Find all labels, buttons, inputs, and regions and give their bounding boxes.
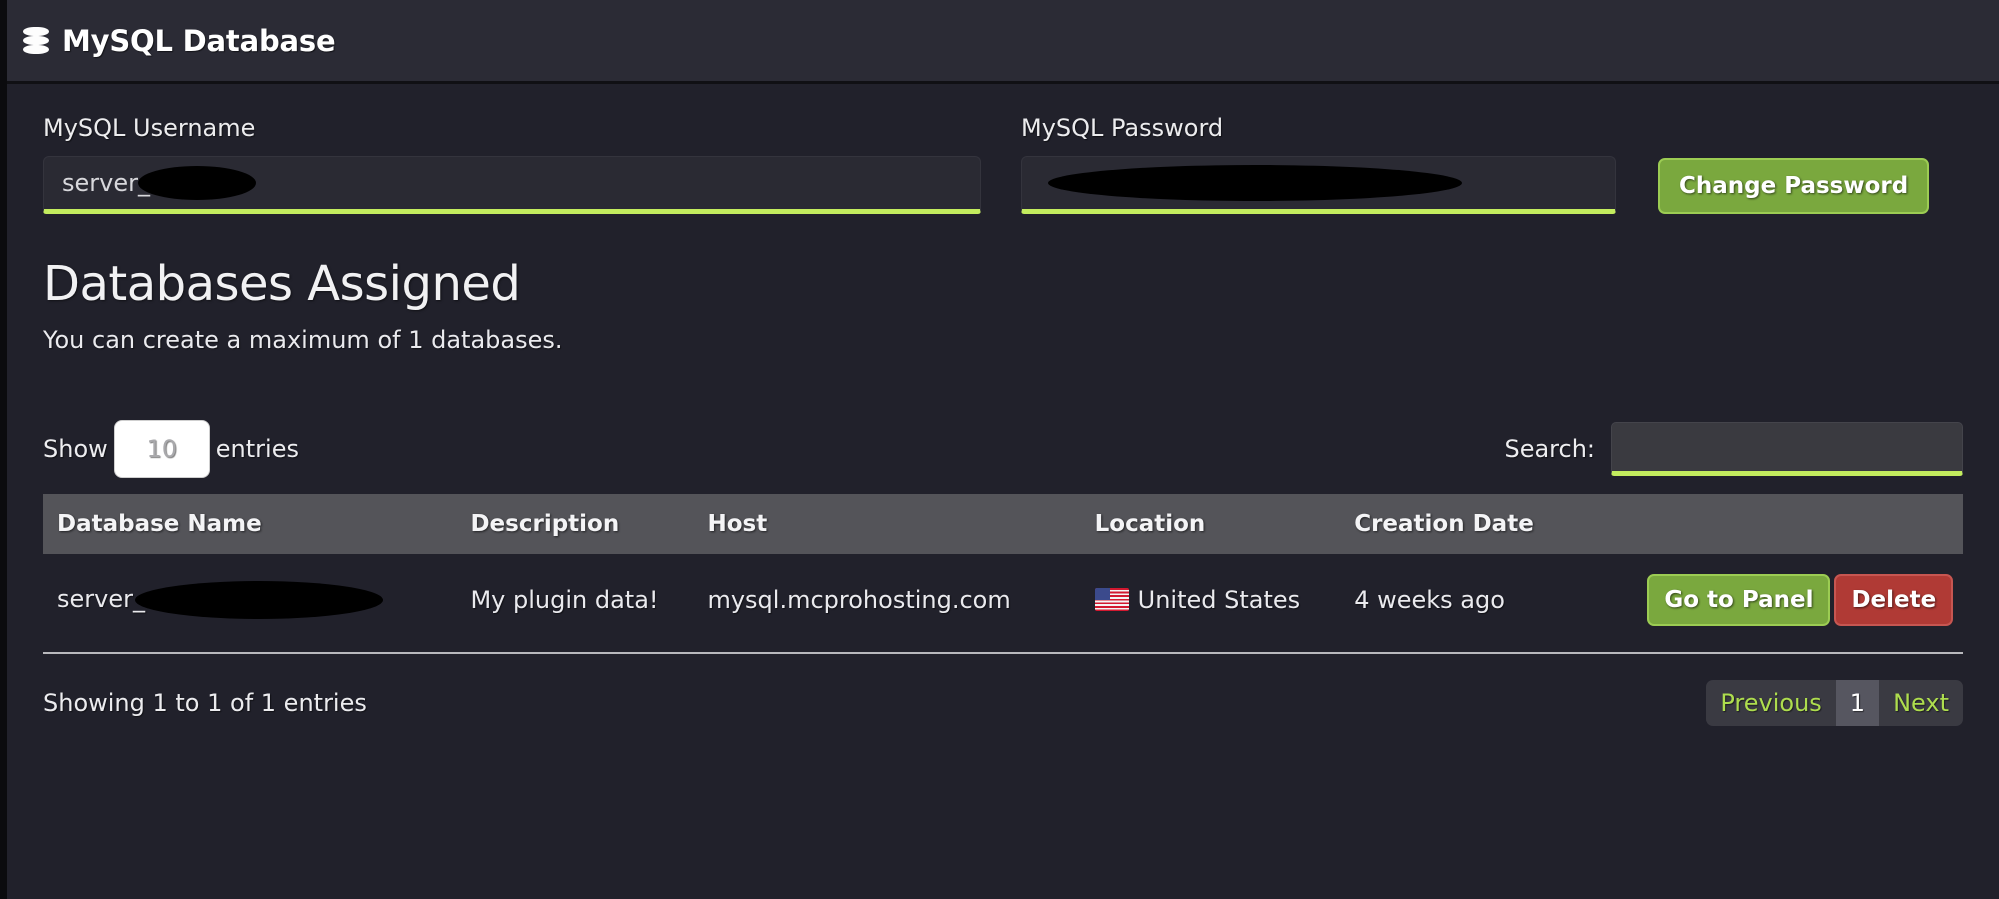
table-row: server_ My plugin data! mysql.mcprohosti…: [43, 554, 1963, 646]
database-icon: [23, 26, 49, 56]
table-divider: [43, 652, 1963, 654]
section-subtitle: You can create a maximum of 1 databases.: [43, 326, 563, 354]
page-length-control: Show 10 entries: [43, 420, 299, 478]
database-name-redaction: [134, 581, 383, 619]
entries-label: entries: [215, 435, 299, 463]
mysql-username-input[interactable]: server_: [43, 156, 981, 214]
delete-button[interactable]: Delete: [1834, 574, 1954, 626]
search-input[interactable]: [1612, 423, 1962, 471]
cell-location: United States: [1081, 554, 1341, 646]
password-field-group: MySQL Password: [1021, 114, 1616, 214]
table-toolbar: Show 10 entries Search:: [43, 420, 1963, 478]
page-title: MySQL Database: [62, 23, 336, 58]
column-header-database-name[interactable]: Database Name: [43, 494, 457, 554]
username-redaction: [137, 166, 256, 200]
databases-table: Database Name Description Host Location …: [43, 494, 1963, 646]
search-control: Search:: [1504, 422, 1963, 476]
page-content: MySQL Username server_ MySQL Password Ch…: [7, 84, 1999, 726]
pagination-next[interactable]: Next: [1879, 680, 1963, 726]
password-redaction: [1048, 165, 1462, 201]
database-name-value: server_: [57, 585, 145, 613]
column-header-location[interactable]: Location: [1080, 494, 1341, 554]
search-box[interactable]: [1611, 422, 1963, 476]
cell-host: mysql.mcprohosting.com: [707, 586, 1011, 614]
password-label: MySQL Password: [1021, 114, 1224, 142]
location-value: United States: [1137, 586, 1301, 614]
username-value: server_: [62, 169, 150, 197]
table-body: server_ My plugin data! mysql.mcprohosti…: [43, 554, 1963, 646]
app-header: MySQL Database: [7, 0, 1999, 84]
pagination-page-1[interactable]: 1: [1835, 680, 1880, 726]
cell-database-name: server_: [43, 554, 456, 646]
page-length-select[interactable]: 10: [113, 420, 210, 478]
table-header: Database Name Description Host Location …: [43, 494, 1963, 554]
table-info: Showing 1 to 1 of 1 entries: [43, 689, 367, 717]
column-header-description[interactable]: Description: [456, 494, 694, 554]
table-header-row: Database Name Description Host Location …: [43, 494, 1963, 554]
show-label: Show: [43, 435, 108, 463]
table-footer: Showing 1 to 1 of 1 entries Previous 1 N…: [43, 680, 1963, 726]
mysql-password-input[interactable]: [1021, 156, 1616, 214]
us-flag-icon: [1094, 588, 1129, 611]
go-to-panel-button[interactable]: Go to Panel: [1647, 574, 1831, 626]
pagination: Previous 1 Next: [1706, 680, 1963, 726]
search-label: Search:: [1504, 435, 1595, 463]
credentials-row: MySQL Username server_ MySQL Password Ch…: [43, 114, 1963, 214]
app-header-inner: MySQL Database: [23, 23, 336, 58]
cell-actions: Go to Panel Delete: [1633, 554, 1963, 646]
pagination-previous[interactable]: Previous: [1706, 680, 1835, 726]
column-header-actions: [1633, 494, 1963, 554]
cell-description: My plugin data!: [470, 586, 659, 614]
column-header-creation-date[interactable]: Creation Date: [1340, 494, 1634, 554]
change-password-button[interactable]: Change Password: [1658, 158, 1930, 214]
section-title: Databases Assigned: [43, 256, 521, 312]
row-action-buttons: Go to Panel Delete: [1647, 574, 1963, 626]
username-label: MySQL Username: [43, 114, 256, 142]
cell-creation-date: 4 weeks ago: [1354, 586, 1505, 614]
column-header-host[interactable]: Host: [693, 494, 1081, 554]
username-field-group: MySQL Username server_: [43, 114, 981, 214]
